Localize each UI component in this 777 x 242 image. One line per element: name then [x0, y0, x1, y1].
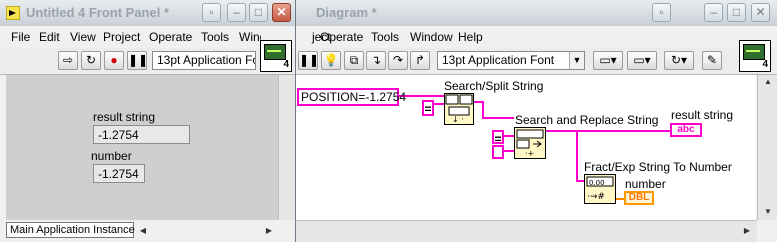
front-panel-canvas[interactable]: result string -1.2754 number -1.2754 [6, 75, 278, 220]
close-button[interactable]: ✕ [272, 3, 291, 22]
diagram-canvas[interactable]: POSITION=-1.2754 = = Search/Split String… [294, 75, 756, 220]
menu-help[interactable]: Help [458, 30, 483, 44]
menu-project[interactable]: Project [103, 30, 140, 44]
block-diagram-titlebar[interactable]: Diagram * ▫ – □ ✕ [294, 0, 777, 26]
svg-text:·+: ·+ [525, 149, 534, 158]
search-split-label: Search/Split String [444, 79, 544, 93]
menubar: ject Operate Tools Window Help [294, 26, 777, 48]
number-indicator-label: number [625, 177, 666, 191]
scroll-left-icon[interactable]: ◀ [136, 224, 150, 238]
number-indicator[interactable]: -1.2754 [93, 164, 145, 183]
window-title: Untitled 4 Front Panel * [26, 5, 170, 20]
labview-icon [6, 6, 20, 20]
horizontal-scrollbar[interactable]: ▶ [294, 220, 757, 242]
retain-wire-values-icon[interactable]: ⧉ [344, 51, 364, 70]
search-split-string-node[interactable]: ↓ · [444, 93, 474, 125]
menubar: File Edit View Project Operate Tools Win… [0, 26, 295, 48]
string-wire [482, 101, 484, 117]
numeric-wire [616, 198, 624, 200]
step-out-icon[interactable]: ↱ [410, 51, 430, 70]
align-objects-icon[interactable]: ▭▾ [593, 51, 623, 70]
search-replace-label: Search and Replace String [515, 113, 659, 127]
font-select[interactable]: 13pt Application Font ▼ [437, 51, 585, 70]
chevron-down-icon: ▼ [569, 52, 584, 69]
toolbar: ❚❚ 💡 ⧉ ↴ ↷ ↱ 13pt Application Font ▼ ▭▾ … [294, 48, 777, 75]
result-string-indicator-label: result string [671, 108, 734, 122]
result-string-indicator[interactable]: -1.2754 [93, 125, 190, 144]
result-string-terminal[interactable]: abc [670, 123, 702, 137]
font-select-value: 13pt Application Font [442, 53, 555, 67]
minimize-button[interactable]: – [227, 3, 246, 22]
fract-exp-string-to-number-node[interactable]: 0.00 ·→# [584, 174, 616, 204]
vi-icon: 4 [739, 40, 771, 72]
menu-operate[interactable]: Operate [320, 30, 363, 44]
highlight-execution-icon[interactable]: 💡 [321, 51, 341, 70]
search-split-icon: ↓ · [445, 94, 473, 124]
run-arrow-icon[interactable]: ⇨ [58, 51, 78, 70]
scroll-down-icon[interactable]: ▼ [761, 205, 775, 219]
pause-button[interactable]: ❚❚ [127, 51, 148, 70]
run-continuously-icon[interactable]: ↻ [81, 51, 101, 70]
reorder-icon[interactable]: ↻▾ [664, 51, 694, 70]
menu-window[interactable]: Window [410, 30, 453, 44]
string-wire [576, 180, 584, 182]
svg-text:·→#: ·→# [587, 192, 605, 202]
string-wire [576, 130, 578, 180]
cleanup-diagram-icon[interactable]: ✎ [702, 51, 722, 70]
string-wire [546, 130, 670, 132]
fract-exp-icon: 0.00 ·→# [586, 176, 614, 202]
application-instance[interactable]: Main Application Instance [6, 222, 135, 238]
vi-icon-number: 4 [283, 59, 289, 70]
scroll-right-icon[interactable]: ▶ [262, 224, 276, 238]
help-window-button[interactable]: ▫ [652, 3, 671, 22]
number-terminal[interactable]: DBL [624, 191, 654, 205]
vi-icon: 4 [260, 40, 292, 72]
menu-tools[interactable]: Tools [201, 30, 229, 44]
step-into-icon[interactable]: ↴ [366, 51, 386, 70]
equals-constant[interactable]: = [492, 130, 504, 146]
maximize-button[interactable]: □ [249, 3, 268, 22]
window-title: Diagram * [316, 5, 377, 20]
string-constant[interactable]: POSITION=-1.2754 [297, 88, 406, 106]
search-replace-string-node[interactable]: ·+ [514, 127, 546, 159]
help-window-button[interactable]: ▫ [202, 3, 221, 22]
svg-text:↓ ·: ↓ · [452, 115, 464, 124]
empty-string-constant[interactable] [492, 145, 504, 159]
menu-window[interactable]: Window [239, 30, 261, 44]
menu-tools[interactable]: Tools [371, 30, 399, 44]
minimize-button[interactable]: – [704, 3, 723, 22]
front-panel-titlebar[interactable]: Untitled 4 Front Panel * ▫ – □ ✕ [0, 0, 295, 26]
menu-edit[interactable]: Edit [39, 30, 60, 44]
distribute-objects-icon[interactable]: ▭▾ [627, 51, 657, 70]
equals-constant[interactable]: = [422, 100, 434, 116]
toolbar: ⇨ ↻ ● ❚❚ 13pt Application Font [0, 48, 295, 75]
pause-button[interactable]: ❚❚ [298, 51, 319, 70]
scroll-up-icon[interactable]: ▲ [761, 75, 775, 89]
result-string-label: result string [93, 110, 156, 124]
front-panel-window: Untitled 4 Front Panel * ▫ – □ ✕ File Ed… [0, 0, 296, 242]
vertical-scrollbar[interactable]: ▲ ▼ [757, 75, 777, 220]
step-over-icon[interactable]: ↷ [388, 51, 408, 70]
search-replace-icon: ·+ [516, 129, 544, 158]
string-wire [434, 103, 444, 105]
string-wire [482, 117, 514, 119]
menu-operate[interactable]: Operate [149, 30, 192, 44]
number-label: number [91, 149, 132, 163]
fract-exp-label: Fract/Exp String To Number [584, 160, 732, 174]
menu-file[interactable]: File [11, 30, 30, 44]
scroll-right-icon[interactable]: ▶ [740, 224, 754, 238]
svg-text:0.00: 0.00 [589, 179, 605, 187]
close-button[interactable]: ✕ [751, 3, 770, 22]
font-select[interactable]: 13pt Application Font [152, 51, 256, 70]
vi-icon-screen [743, 44, 765, 60]
status-bar: Main Application Instance ◀ ▶ [0, 220, 295, 242]
abort-icon[interactable]: ● [104, 51, 124, 70]
font-select-value: 13pt Application Font [157, 53, 255, 67]
vi-icon-number: 4 [762, 59, 768, 70]
maximize-button[interactable]: □ [727, 3, 746, 22]
block-diagram-window: Diagram * ▫ – □ ✕ ject Operate Tools Win… [294, 0, 777, 242]
menu-view[interactable]: View [70, 30, 96, 44]
vertical-scrollbar[interactable] [278, 75, 295, 220]
vi-icon-screen [264, 44, 286, 60]
